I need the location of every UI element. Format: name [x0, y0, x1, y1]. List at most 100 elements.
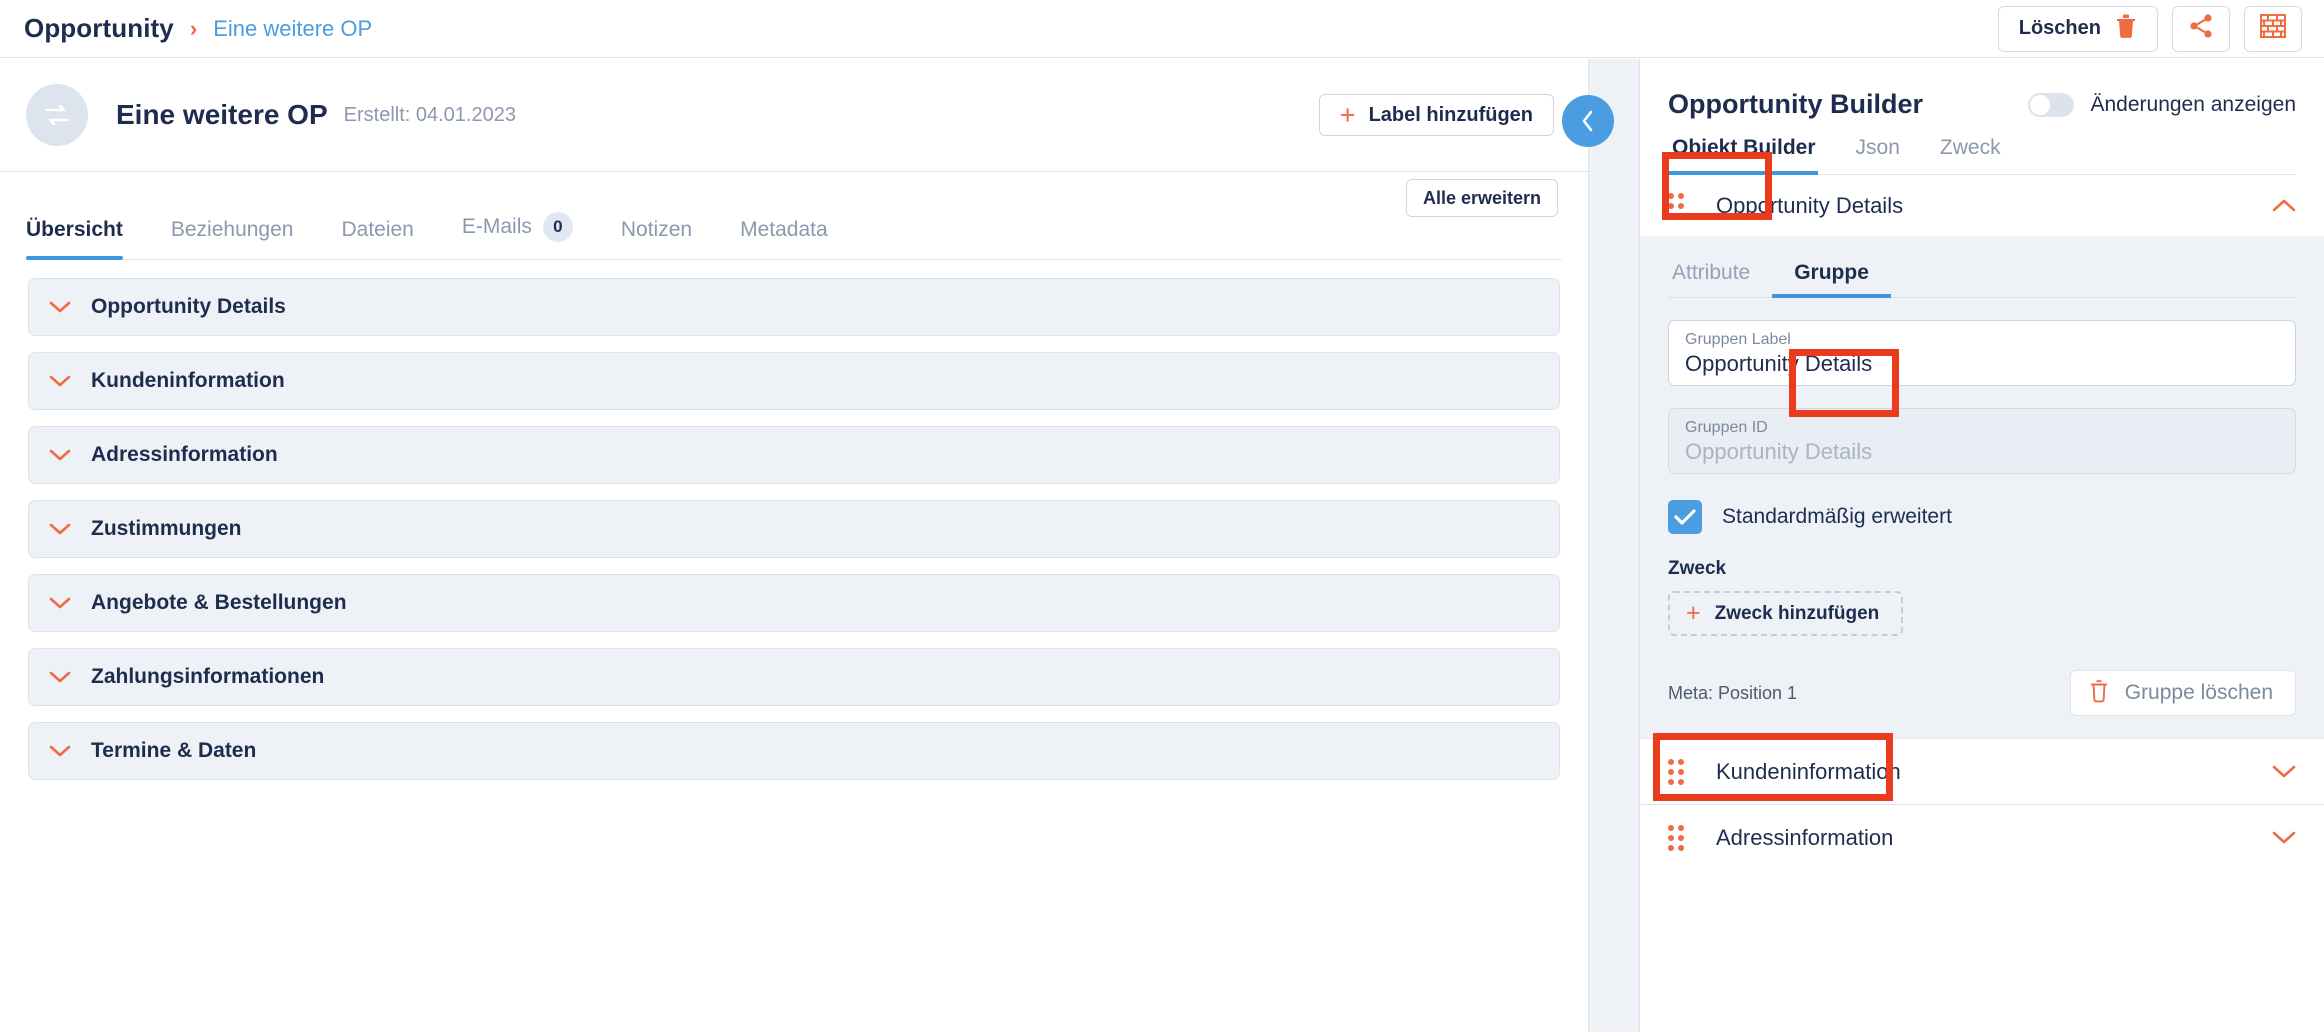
tab-emails[interactable]: E-Mails 0 [438, 212, 597, 259]
meta-position: Meta: Position 1 [1668, 682, 1798, 703]
trash-icon [2115, 13, 2137, 44]
main-content-panel: Eine weitere OP Erstellt: 04.01.2023 + L… [0, 59, 1614, 1032]
expanded-by-default-row: Standardmäßig erweitert [1668, 500, 2296, 534]
delete-group-button-label: Gruppe löschen [2124, 681, 2273, 704]
plus-icon: + [1686, 599, 1701, 627]
group-row-adressinformation[interactable]: Adressinformation [1640, 804, 2324, 870]
expanded-by-default-checkbox[interactable] [1668, 500, 1702, 534]
tabbar-area: Alle erweitern Übersicht Beziehungen Dat… [0, 172, 1588, 260]
chevron-down-icon [2272, 830, 2296, 845]
toggle-knob [2030, 94, 2051, 115]
group-title: Adressinformation [1716, 824, 1894, 850]
accordion-row-kundeninformation[interactable]: Kundeninformation [28, 352, 1560, 410]
field-label: Gruppen ID [1685, 419, 1768, 436]
collapse-panel-button[interactable] [1562, 95, 1614, 147]
record-header: Eine weitere OP Erstellt: 04.01.2023 + L… [0, 59, 1614, 172]
object-builder-button[interactable] [2244, 5, 2302, 52]
accordion-label: Kundeninformation [91, 369, 285, 392]
expand-all-button[interactable]: Alle erweitern [1405, 179, 1558, 217]
chevron-down-icon [2272, 764, 2296, 779]
brick-wall-icon [2259, 13, 2287, 44]
add-zweck-button[interactable]: + Zweck hinzufügen [1668, 591, 1904, 636]
accordion-row-zustimmungen[interactable]: Zustimmungen [28, 500, 1560, 558]
share-icon [2188, 13, 2214, 44]
delete-button[interactable]: Löschen [1997, 5, 2158, 52]
breadcrumb-root[interactable]: Opportunity [24, 13, 174, 44]
created-date: Erstellt: 04.01.2023 [343, 103, 516, 126]
tab-label: Json [1855, 136, 1900, 159]
tab-label: Zweck [1939, 136, 2001, 159]
gruppen-id-field[interactable]: Gruppen ID Opportunity Details [1668, 408, 2296, 474]
group-title: Kundeninformation [1716, 758, 1901, 784]
accordion-label: Zahlungsinformationen [91, 665, 325, 688]
accordion-label: Opportunity Details [91, 295, 286, 318]
group-body: Attribute Gruppe Gruppen Label Opportuni… [1640, 237, 2324, 738]
chevron-down-icon [29, 744, 91, 758]
tab-zweck[interactable]: Zweck [1920, 136, 2021, 174]
opportunity-builder-panel: Opportunity Builder Änderungen anzeigen … [1640, 59, 2324, 1032]
accordion-row-zahlungsinformationen[interactable]: Zahlungsinformationen [28, 648, 1560, 706]
panel-gutter [1588, 59, 1640, 1032]
tab-label: Notizen [620, 218, 693, 241]
accordion-label: Termine & Daten [91, 739, 257, 762]
tab-label: Übersicht [26, 218, 123, 241]
top-bar: Opportunity › Eine weitere OP Löschen [0, 0, 2324, 58]
tab-objekt-builder[interactable]: Objekt Builder [1668, 136, 1836, 175]
tab-notizen[interactable]: Notizen [597, 218, 716, 259]
share-button[interactable] [2172, 5, 2230, 52]
delete-button-label: Löschen [2018, 17, 2101, 39]
tab-json[interactable]: Json [1836, 136, 1920, 174]
tab-beziehungen[interactable]: Beziehungen [147, 218, 318, 259]
chevron-left-icon [1582, 110, 1593, 132]
drag-handle-icon[interactable] [1668, 758, 1684, 785]
accordion-label: Zustimmungen [91, 517, 242, 540]
accordion-row-adressinformation[interactable]: Adressinformation [28, 426, 1560, 484]
accordion-row-termine-daten[interactable]: Termine & Daten [28, 722, 1560, 780]
group-header-opportunity-details[interactable]: Opportunity Details [1640, 175, 2324, 237]
group-title: Opportunity Details [1716, 192, 1904, 218]
drag-handle-icon[interactable] [1668, 824, 1684, 851]
show-changes-toggle[interactable] [2028, 92, 2075, 117]
group-meta-row: Meta: Position 1 Gruppe löschen [1668, 670, 2296, 738]
builder-title: Opportunity Builder [1668, 89, 1923, 119]
sub-tab-label: Gruppe [1794, 261, 1869, 284]
field-label: Gruppen Label [1685, 331, 1791, 348]
group-sub-tabs: Attribute Gruppe [1668, 237, 2296, 298]
field-value: Opportunity Details [1685, 351, 1873, 376]
tab-dateien[interactable]: Dateien [317, 218, 437, 259]
chevron-down-icon [29, 300, 91, 314]
builder-tabs: Objekt Builder Json Zweck [1668, 136, 2296, 175]
main-tabs: Übersicht Beziehungen Dateien E-Mails 0 … [26, 172, 1562, 260]
chevron-down-icon [29, 448, 91, 462]
sub-tab-gruppe[interactable]: Gruppe [1772, 261, 1891, 298]
sub-tab-attribute[interactable]: Attribute [1668, 261, 1772, 297]
exchange-arrows-icon [45, 104, 69, 126]
group-row-kundeninformation[interactable]: Kundeninformation [1640, 738, 2324, 804]
breadcrumb: Opportunity › Eine weitere OP [0, 13, 372, 44]
chevron-down-icon [29, 670, 91, 684]
add-zweck-button-label: Zweck hinzufügen [1714, 602, 1880, 624]
tab-label: E-Mails [461, 215, 532, 238]
breadcrumb-current[interactable]: Eine weitere OP [213, 16, 372, 42]
accordion-label: Adressinformation [91, 443, 278, 466]
page-title: Eine weitere OP [116, 99, 328, 130]
builder-title-row: Opportunity Builder Änderungen anzeigen [1668, 89, 2296, 120]
section-accordion-list: Opportunity Details Kundeninformation Ad… [0, 260, 1588, 780]
tab-metadata[interactable]: Metadata [716, 218, 852, 259]
tab-label: Dateien [341, 218, 414, 241]
expanded-by-default-label: Standardmäßig erweitert [1722, 505, 1952, 528]
show-changes-label: Änderungen anzeigen [2090, 92, 2296, 116]
zweck-heading: Zweck [1668, 558, 1727, 579]
delete-group-button[interactable]: Gruppe löschen [2069, 670, 2296, 716]
chevron-down-icon [29, 374, 91, 388]
add-label-button-label: Label hinzufügen [1368, 103, 1533, 126]
accordion-row-opportunity-details[interactable]: Opportunity Details [28, 278, 1560, 336]
add-label-button[interactable]: + Label hinzufügen [1318, 94, 1554, 136]
gruppen-label-field[interactable]: Gruppen Label Opportunity Details [1668, 320, 2296, 386]
accordion-row-angebote-bestellungen[interactable]: Angebote & Bestellungen [28, 574, 1560, 632]
tab-uebersicht[interactable]: Übersicht [26, 218, 147, 260]
sub-tab-label: Attribute [1672, 261, 1751, 284]
chevron-down-icon [29, 596, 91, 610]
drag-handle-icon[interactable] [1668, 192, 1684, 219]
chevron-right-icon: › [189, 15, 198, 41]
